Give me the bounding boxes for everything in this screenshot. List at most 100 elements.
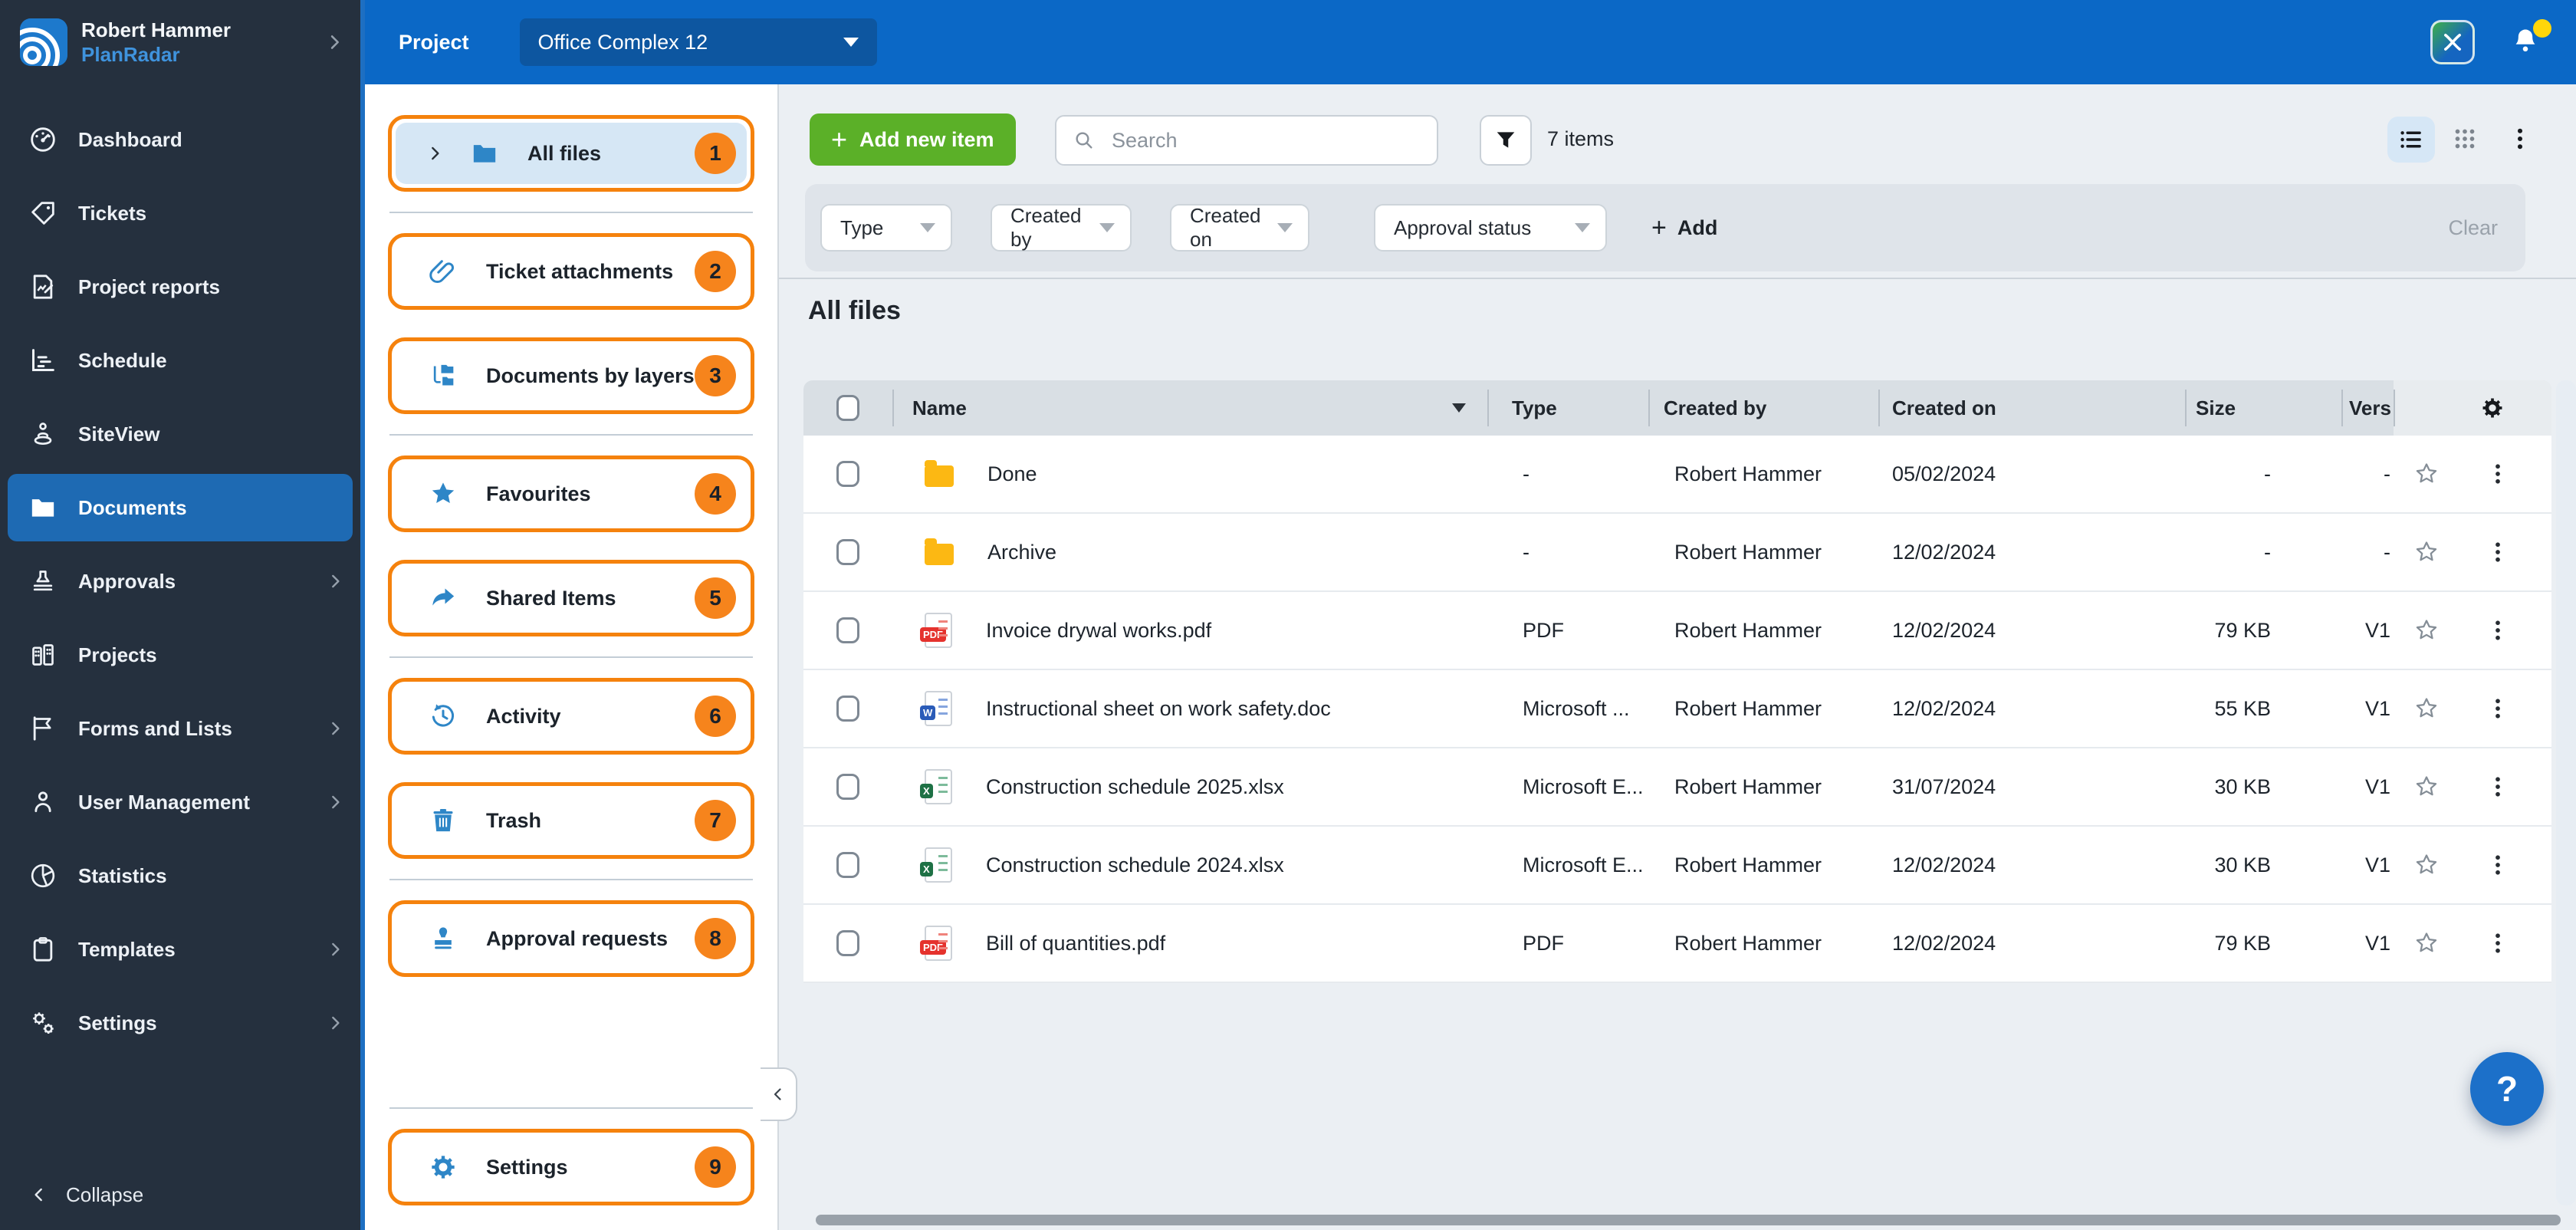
row-checkbox[interactable] [836, 461, 859, 487]
docs-nav-item-all-files[interactable]: All files 1 [396, 123, 747, 184]
docs-nav-item-activity[interactable]: Activity 6 [396, 686, 747, 747]
panel-collapse-handle[interactable] [761, 1067, 797, 1121]
sidebar-item-tickets[interactable]: Tickets [0, 176, 360, 250]
filter-dropdown-type[interactable]: Type [820, 204, 952, 252]
file-name[interactable]: Invoice drywal works.pdf [986, 619, 1211, 643]
column-header-type[interactable]: Type [1487, 380, 1648, 436]
list-view-toggle[interactable] [2387, 117, 2435, 163]
add-filter-button[interactable]: + Add [1651, 184, 1717, 271]
filter-dropdown-created-on[interactable]: Created on [1170, 204, 1309, 252]
sidebar-item-schedule[interactable]: Schedule [0, 324, 360, 397]
sidebar-item-documents[interactable]: Documents [8, 474, 353, 541]
row-menu-kebab-icon[interactable] [2484, 773, 2512, 801]
search-input[interactable] [1109, 127, 1421, 154]
column-header-name[interactable]: Name [892, 380, 1487, 436]
sidebar-item-settings[interactable]: Settings [0, 986, 360, 1060]
table-row[interactable]: Done - Robert Hammer 05/02/2024 - - [803, 436, 2551, 514]
favorite-star-icon[interactable] [2413, 852, 2440, 878]
row-menu-kebab-icon[interactable] [2484, 460, 2512, 488]
chevron-right-icon [325, 1013, 345, 1033]
chevron-left-icon [769, 1085, 787, 1103]
sidebar-item-project-reports[interactable]: Project reports [0, 250, 360, 324]
file-name[interactable]: Archive [987, 541, 1056, 564]
row-checkbox[interactable] [836, 539, 859, 565]
select-all-checkbox[interactable] [836, 395, 859, 421]
column-header-created-on[interactable]: Created on [1878, 380, 2185, 436]
row-checkbox[interactable] [836, 852, 859, 878]
toolbar-menu-button[interactable] [2505, 124, 2535, 160]
docs-nav-item-trash[interactable]: Trash 7 [396, 790, 747, 851]
docs-nav-item-approval-requests[interactable]: Approval requests 8 [396, 908, 747, 969]
table-row[interactable]: Archive - Robert Hammer 12/02/2024 - - [803, 514, 2551, 592]
row-menu-kebab-icon[interactable] [2484, 538, 2512, 566]
help-button[interactable]: ? [2470, 1052, 2544, 1126]
pie-icon [28, 860, 58, 891]
table-row[interactable]: PDF Invoice drywal works.pdf PDF Robert Ham… [803, 592, 2551, 670]
expand-chevron-icon[interactable] [425, 143, 445, 163]
docs-nav-item-shared-items[interactable]: Shared Items 5 [396, 567, 747, 629]
favorite-star-icon[interactable] [2413, 696, 2440, 722]
favorite-star-icon[interactable] [2413, 539, 2440, 565]
folder-icon [28, 492, 58, 523]
created-on: 12/02/2024 [1892, 540, 1996, 564]
table-settings-gear-icon[interactable] [2479, 395, 2505, 421]
docs-nav-item-ticket-attachments[interactable]: Ticket attachments 2 [396, 241, 747, 302]
table-row[interactable]: W Instructional sheet on work safety.doc M… [803, 670, 2551, 748]
docs-nav-item-label: Ticket attachments [486, 259, 674, 283]
column-header-version[interactable]: Vers [2341, 380, 2394, 436]
siteview-icon [28, 419, 58, 449]
file-name[interactable]: Instructional sheet on work safety.doc [986, 697, 1331, 721]
sidebar-item-approvals[interactable]: Approvals [0, 544, 360, 618]
row-checkbox[interactable] [836, 774, 859, 800]
row-menu-kebab-icon[interactable] [2484, 929, 2512, 957]
docs-nav-item-favourites[interactable]: Favourites 4 [396, 463, 747, 525]
kebab-menu-icon [2505, 124, 2535, 153]
favorite-star-icon[interactable] [2413, 930, 2440, 956]
favorite-star-icon[interactable] [2413, 461, 2440, 487]
sidebar-item-user-management[interactable]: User Management [0, 765, 360, 839]
add-new-item-label: Add new item [859, 127, 994, 151]
column-header-size[interactable]: Size [2185, 380, 2341, 436]
file-name[interactable]: Done [987, 462, 1037, 486]
sidebar-item-templates[interactable]: Templates [0, 913, 360, 986]
sidebar-collapse-button[interactable]: Collapse [0, 1159, 360, 1230]
file-name[interactable]: Construction schedule 2024.xlsx [986, 853, 1284, 877]
sidebar-item-projects[interactable]: Projects [0, 618, 360, 692]
sidebar-item-label: Statistics [78, 863, 167, 887]
column-header-created-by[interactable]: Created by [1648, 380, 1878, 436]
sidebar-item-siteview[interactable]: SiteView [0, 397, 360, 471]
filter-dropdown-created-by[interactable]: Created by [991, 204, 1132, 252]
user-account-row[interactable]: Robert Hammer PlanRadar [0, 0, 360, 84]
docs-nav-item-settings[interactable]: Settings 9 [396, 1136, 747, 1198]
horizontal-scrollbar[interactable] [816, 1215, 2561, 1225]
grid-view-toggle[interactable] [2450, 124, 2479, 160]
file-name[interactable]: Construction schedule 2025.xlsx [986, 775, 1284, 799]
table-row[interactable]: X Construction schedule 2025.xlsx Microsof… [803, 748, 2551, 827]
layers-icon [428, 360, 458, 391]
file-name[interactable]: Bill of quantities.pdf [986, 932, 1165, 955]
row-menu-kebab-icon[interactable] [2484, 695, 2512, 722]
brand-name: PlanRadar [81, 43, 180, 66]
add-new-item-button[interactable]: + Add new item [810, 113, 1016, 166]
favorite-star-icon[interactable] [2413, 774, 2440, 800]
filter-button[interactable] [1480, 115, 1532, 166]
favorite-star-icon[interactable] [2413, 617, 2440, 643]
row-checkbox[interactable] [836, 696, 859, 722]
sidebar-item-dashboard[interactable]: Dashboard [0, 103, 360, 176]
row-menu-kebab-icon[interactable] [2484, 851, 2512, 879]
sidebar-item-statistics[interactable]: Statistics [0, 839, 360, 913]
docs-nav-item-documents-by-layers[interactable]: Documents by layers 3 [396, 345, 747, 406]
table-row[interactable]: X Construction schedule 2024.xlsx Microsof… [803, 827, 2551, 905]
clear-filters-button[interactable]: Clear [2448, 184, 2498, 271]
row-checkbox[interactable] [836, 930, 859, 956]
row-menu-kebab-icon[interactable] [2484, 617, 2512, 644]
filter-dropdown-approval-status[interactable]: Approval status [1374, 204, 1607, 252]
notifications-button[interactable] [2509, 19, 2551, 59]
ai-assistant-button[interactable] [2430, 20, 2475, 64]
sort-desc-icon[interactable] [1452, 403, 1466, 413]
project-select[interactable]: Office Complex 12 [519, 18, 877, 66]
table-row[interactable]: PDF Bill of quantities.pdf PDF Robert Hamme… [803, 905, 2551, 983]
vertical-scrollbar[interactable] [2556, 380, 2576, 1205]
row-checkbox[interactable] [836, 617, 859, 643]
sidebar-item-forms-and-lists[interactable]: Forms and Lists [0, 692, 360, 765]
